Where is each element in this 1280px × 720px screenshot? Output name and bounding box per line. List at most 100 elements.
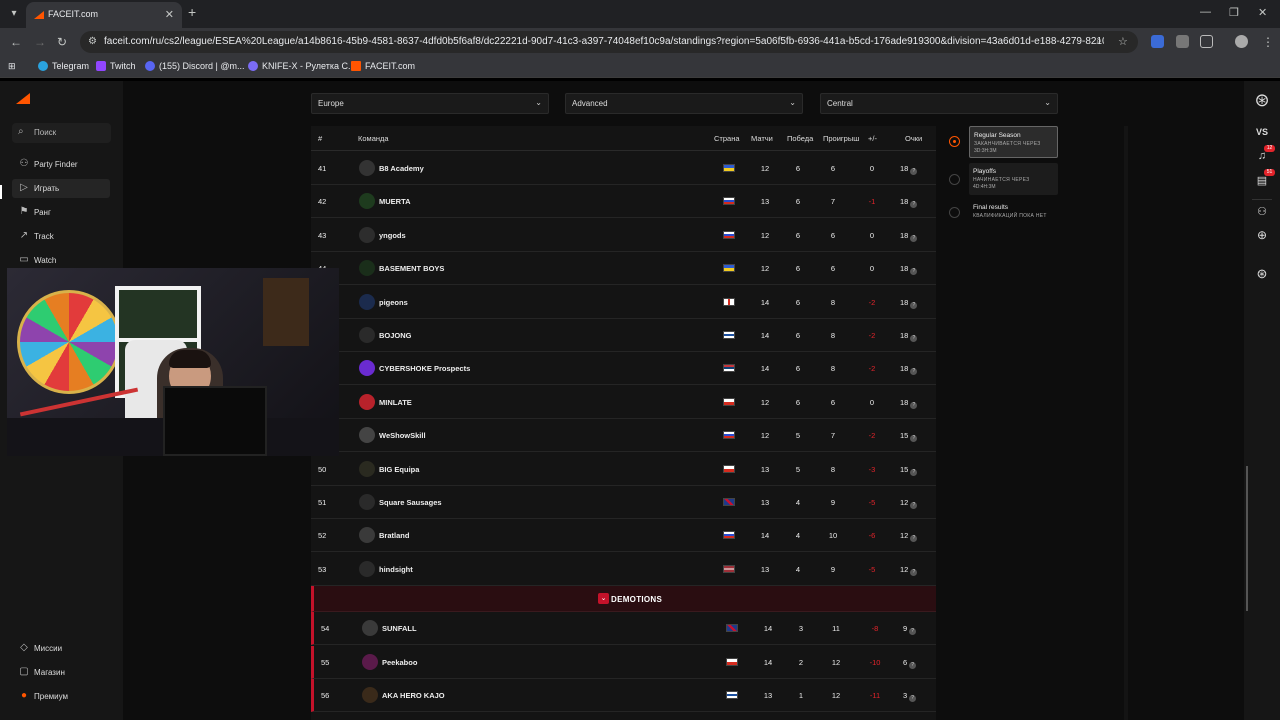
table-row[interactable]: 55 Peekaboo 14 2 12 -10 6?	[311, 645, 936, 679]
team-name[interactable]: yngods	[379, 231, 406, 240]
team-name[interactable]: MINLATE	[379, 398, 412, 407]
header-pos[interactable]: #	[318, 134, 322, 143]
points-info-icon[interactable]: ?	[910, 568, 918, 576]
table-row[interactable]: 48MINLATE1266018?	[311, 386, 936, 419]
bookmark-star-icon[interactable]: ☆	[1118, 35, 1128, 48]
bookmark-twitch[interactable]: Twitch	[96, 61, 136, 71]
team-logo-icon[interactable]	[362, 653, 378, 670]
stage-playoffs[interactable]: Playoffs НАЧИНАЕТСЯ ЧЕРЕЗ 4D:4H:3M	[969, 163, 1058, 195]
stage-regular-season[interactable]: Regular Season ЗАКАНЧИВАЕТСЯ ЧЕРЕЗ 3D:3H…	[969, 126, 1058, 158]
table-row[interactable]: 49WeShowSkill1257-215?	[311, 419, 936, 453]
table-row[interactable]: 47CYBERSHOKE Prospects1468-218?	[311, 352, 936, 386]
team-logo-icon[interactable]	[362, 687, 378, 703]
header-points[interactable]: Очки	[905, 134, 922, 143]
team-name[interactable]: BOJONG	[379, 331, 412, 340]
table-row[interactable]: 51 Square Sausages 13 4 9 -5 12?	[311, 486, 936, 519]
team-name[interactable]: Bratland	[379, 531, 409, 540]
browser-tab[interactable]: FACEIT.com ✕	[26, 2, 182, 28]
header-team[interactable]: Команда	[358, 134, 389, 143]
header-country[interactable]: Страна	[714, 134, 740, 143]
team-logo-icon[interactable]	[359, 527, 375, 544]
table-row[interactable]: 45pigeons1468-218?	[311, 286, 936, 319]
stage-dot-regular[interactable]	[949, 136, 960, 147]
window-close-icon[interactable]: ✕	[1258, 6, 1267, 19]
bookmark-knifex[interactable]: KNIFE-X - Рулетка С...	[248, 61, 356, 71]
menu-kebab-icon[interactable]: ⋮	[1262, 35, 1274, 49]
table-row[interactable]: 52 Bratland 14 4 10 -6 12?	[311, 519, 936, 553]
team-name[interactable]: CYBERSHOKE Prospects	[379, 364, 470, 373]
team-logo-icon[interactable]	[359, 327, 375, 343]
sidebar-item-missions[interactable]: ◇ Миссии	[12, 639, 110, 658]
community-icon[interactable]: ⊛	[1254, 266, 1270, 282]
division-dropdown[interactable]: Advanced ⌄	[565, 93, 803, 114]
stage-dot-playoffs[interactable]	[949, 174, 960, 185]
table-row[interactable]: 56 AKA HERO KAJO 13 1 12 -11 3?	[311, 679, 936, 712]
points-info-icon[interactable]: ?	[910, 168, 918, 175]
conference-dropdown[interactable]: Central ⌄	[820, 93, 1058, 114]
cs-ball-icon[interactable]: ⊛	[1254, 90, 1270, 111]
search-input[interactable]: ⌕ Поиск	[12, 123, 111, 143]
team-logo-icon[interactable]	[359, 193, 375, 210]
team-name[interactable]: B8 Academy	[379, 164, 424, 173]
header-wins[interactable]: Победа	[787, 134, 813, 143]
points-info-icon[interactable]: ?	[910, 401, 918, 409]
forward-icon[interactable]: →	[34, 35, 46, 49]
team-logo-icon[interactable]	[359, 226, 375, 243]
points-info-icon[interactable]: ?	[910, 468, 918, 476]
team-name[interactable]: Square Sausages	[379, 498, 442, 507]
team-name[interactable]: pigeons	[379, 298, 408, 307]
team-name[interactable]: hindsight	[379, 565, 413, 574]
points-info-icon[interactable]: ?	[910, 301, 918, 309]
maximize-icon[interactable]: ❐	[1229, 6, 1239, 19]
points-info-icon[interactable]: ?	[909, 695, 917, 702]
extension-icon[interactable]	[1176, 35, 1189, 48]
points-info-icon[interactable]: ?	[909, 628, 917, 636]
team-logo-icon[interactable]	[359, 427, 375, 444]
faceit-logo-icon[interactable]	[16, 93, 30, 105]
region-dropdown[interactable]: Europe ⌄	[311, 93, 549, 114]
apps-grid-icon[interactable]: ⊞	[8, 61, 16, 72]
tab-search-icon[interactable]: ▾	[6, 6, 22, 22]
new-tab-icon[interactable]: +	[188, 4, 196, 20]
table-scrollbar[interactable]	[1124, 126, 1128, 720]
table-row[interactable]: 44BASEMENT BOYS1266018?	[311, 252, 936, 286]
tab-close-icon[interactable]: ✕	[165, 8, 174, 21]
table-row[interactable]: 43 yngods 12 6 6 0 18?	[311, 219, 936, 252]
table-row[interactable]: 42 MUERTA 13 6 7 -1 18?	[311, 185, 936, 219]
header-diff[interactable]: +/-	[868, 134, 877, 143]
team-logo-icon[interactable]	[359, 460, 375, 477]
points-info-icon[interactable]: ?	[910, 502, 918, 509]
stage-final-results[interactable]: Final results КВАЛИФИКАЦИЙ ПОКА НЕТ	[969, 199, 1058, 231]
team-logo-icon[interactable]	[359, 494, 375, 510]
team-logo-icon[interactable]	[359, 260, 375, 277]
bookmark-discord[interactable]: (155) Discord | @m...	[145, 61, 245, 71]
reload-icon[interactable]: ↻	[57, 35, 67, 49]
address-bar[interactable]: ⚙ faceit.com/ru/cs2/league/ESEA%20League…	[80, 31, 1138, 53]
add-friend-icon[interactable]: ⊕	[1254, 228, 1270, 242]
points-info-icon[interactable]: ?	[910, 201, 918, 209]
team-logo-icon[interactable]	[362, 620, 378, 637]
team-name[interactable]: BIG Equipa	[379, 465, 419, 474]
table-row[interactable]: 54 SUNFALL 14 3 11 -8 9?	[311, 612, 936, 646]
points-info-icon[interactable]: ?	[910, 435, 918, 443]
points-info-icon[interactable]: ?	[910, 268, 918, 276]
team-name[interactable]: SUNFALL	[382, 624, 417, 633]
points-info-icon[interactable]: ?	[910, 368, 918, 376]
vs-icon[interactable]: VS	[1254, 127, 1270, 137]
zoom-icon[interactable]: ⌕	[1096, 35, 1102, 48]
minimize-icon[interactable]: —	[1200, 6, 1211, 18]
back-icon[interactable]: ←	[10, 35, 22, 49]
team-name[interactable]: Peekaboo	[382, 658, 417, 667]
bookmark-faceit[interactable]: FACEIT.com	[351, 61, 415, 71]
points-info-icon[interactable]: ?	[910, 535, 918, 543]
sidebar-item-rank[interactable]: ⚑ Ранг	[12, 203, 110, 222]
url-text[interactable]: faceit.com/ru/cs2/league/ESEA%20League/a…	[104, 36, 1104, 47]
bookmark-telegram[interactable]: Telegram	[38, 61, 89, 71]
team-name[interactable]: WeShowSkill	[379, 431, 426, 440]
sidebar-item-track[interactable]: ↗ Track	[12, 227, 110, 246]
extension-s-icon[interactable]	[1151, 35, 1164, 48]
sidebar-item-party-finder[interactable]: ⚇ Party Finder	[12, 155, 110, 174]
points-info-icon[interactable]: ?	[910, 234, 918, 242]
team-logo-icon[interactable]	[359, 160, 375, 176]
team-logo-icon[interactable]	[359, 293, 375, 310]
